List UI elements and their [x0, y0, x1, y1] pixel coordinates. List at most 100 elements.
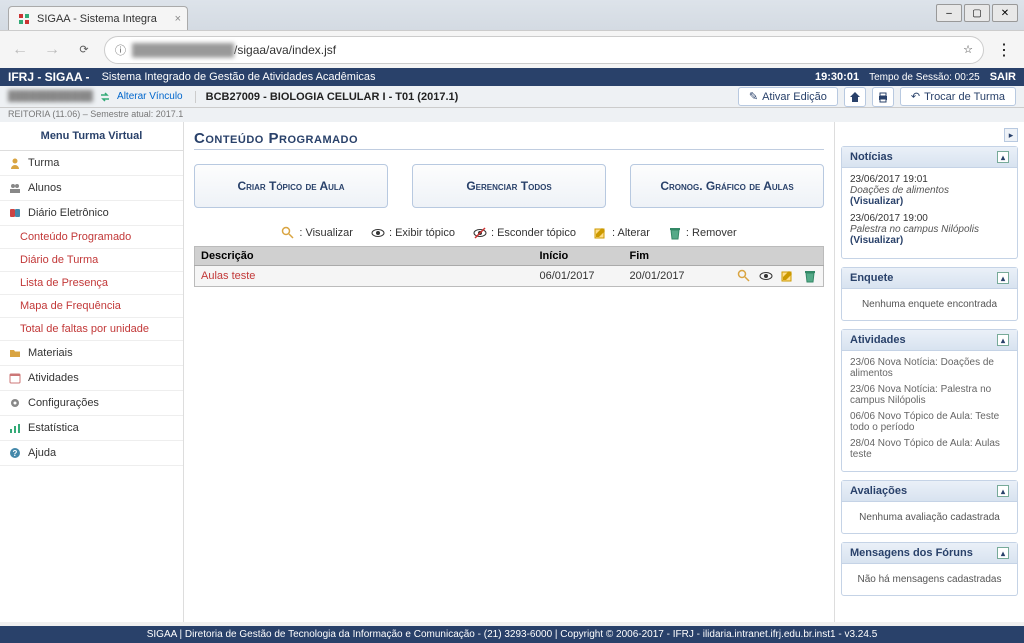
- reitoria-info: REITORIA (11.06) – Semestre atual: 2017.…: [0, 108, 1024, 122]
- news-date: 23/06/2017 19:01: [850, 174, 1009, 185]
- activity-item[interactable]: 28/04 Novo Tópico de Aula: Aulas teste: [850, 438, 1009, 460]
- avaliacoes-title: Avaliações: [850, 485, 907, 497]
- pencil-icon: ✎: [749, 90, 758, 103]
- nav-title: Menu Turma Virtual: [0, 122, 183, 151]
- eye-icon: [371, 226, 385, 240]
- atividades-header[interactable]: Atividades ▴: [842, 330, 1017, 351]
- maximize-button[interactable]: ▢: [964, 4, 990, 22]
- ativar-edicao-button[interactable]: ✎ Ativar Edição: [738, 87, 838, 106]
- collapse-icon[interactable]: ▴: [997, 272, 1009, 284]
- noticias-header[interactable]: Notícias ▴: [842, 147, 1017, 168]
- calendar-icon: [8, 371, 22, 385]
- address-bar[interactable]: ⓘ ████████████/sigaa/ava/index.jsf ☆: [104, 36, 984, 64]
- nav-label: Diário Eletrônico: [28, 207, 109, 219]
- col-descricao: Descrição: [195, 247, 534, 266]
- collapse-icon[interactable]: ▴: [997, 151, 1009, 163]
- tab-title: SIGAA - Sistema Integra: [37, 13, 157, 25]
- topics-table: Descrição Início Fim Aulas teste 06/01/2…: [194, 246, 824, 287]
- atividades-title: Atividades: [850, 334, 906, 346]
- nav-sub-conteudo[interactable]: Conteúdo Programado: [0, 226, 183, 249]
- info-icon: ⓘ: [115, 42, 126, 58]
- cell-desc: Aulas teste: [195, 266, 534, 287]
- news-item: 23/06/2017 19:01 Doações de alimentos (V…: [850, 174, 1009, 207]
- enquete-header[interactable]: Enquete ▴: [842, 268, 1017, 289]
- nav-item-turma[interactable]: Turma: [0, 151, 183, 176]
- browser-chrome: – ▢ ✕ SIGAA - Sistema Integra × ← → ⟳ ⓘ …: [0, 0, 1024, 68]
- row-edit-button[interactable]: [781, 269, 795, 283]
- forward-button[interactable]: →: [40, 38, 64, 62]
- legend-alterar: : Alterar: [594, 226, 650, 240]
- nav-item-diario[interactable]: Diário Eletrônico: [0, 201, 183, 226]
- forums-header[interactable]: Mensagens dos Fóruns ▴: [842, 543, 1017, 564]
- nav-item-ajuda[interactable]: ? Ajuda: [0, 441, 183, 466]
- avaliacoes-header[interactable]: Avaliações ▴: [842, 481, 1017, 502]
- legend-esconder: : Esconder tópico: [473, 226, 576, 240]
- criar-topico-button[interactable]: Criar Tópico de Aula: [194, 164, 388, 208]
- browser-tab[interactable]: SIGAA - Sistema Integra ×: [8, 6, 188, 30]
- gerenciar-todos-button[interactable]: Gerenciar Todos: [412, 164, 606, 208]
- nav-item-materiais[interactable]: Materiais: [0, 341, 183, 366]
- nav-item-alunos[interactable]: Alunos: [0, 176, 183, 201]
- tab-close-icon[interactable]: ×: [175, 13, 181, 25]
- nav-label: Atividades: [28, 372, 79, 384]
- gear-icon: [8, 396, 22, 410]
- news-view-link[interactable]: (Visualizar): [850, 196, 903, 207]
- nav-sub-mapa[interactable]: Mapa de Frequência: [0, 295, 183, 318]
- folder-icon: [8, 346, 22, 360]
- nav-item-atividades[interactable]: Atividades: [0, 366, 183, 391]
- enquete-title: Enquete: [850, 272, 893, 284]
- nav-item-config[interactable]: Configurações: [0, 391, 183, 416]
- nav-sub-lista[interactable]: Lista de Presença: [0, 272, 183, 295]
- tab-favicon-icon: [17, 12, 31, 26]
- news-view-link[interactable]: (Visualizar): [850, 235, 903, 246]
- window-controls: – ▢ ✕: [936, 4, 1018, 22]
- collapse-icon[interactable]: ▴: [997, 334, 1009, 346]
- url-text: ████████████/sigaa/ava/index.jsf: [132, 43, 957, 57]
- enquete-panel: Enquete ▴ Nenhuma enquete encontrada: [841, 267, 1018, 321]
- tab-bar: SIGAA - Sistema Integra ×: [0, 0, 1024, 30]
- news-headline: Doações de alimentos: [850, 185, 1009, 196]
- book-icon: [8, 206, 22, 220]
- back-button[interactable]: ←: [8, 38, 32, 62]
- svg-text:?: ?: [13, 449, 18, 458]
- chart-icon: [8, 421, 22, 435]
- swap-icon: [99, 91, 111, 103]
- activity-item[interactable]: 23/06 Nova Notícia: Doações de alimentos: [850, 357, 1009, 379]
- home-icon: [849, 91, 861, 103]
- collapse-icon[interactable]: ▴: [997, 485, 1009, 497]
- user-name-blurred: ████████████: [8, 91, 93, 102]
- collapse-icon[interactable]: ▴: [997, 547, 1009, 559]
- nav-label: Ajuda: [28, 447, 56, 459]
- avaliacoes-empty: Nenhuma avaliação cadastrada: [842, 502, 1017, 533]
- trocar-turma-button[interactable]: ↶ Trocar de Turma: [900, 87, 1016, 106]
- row-show-button[interactable]: [759, 269, 773, 283]
- left-nav: Menu Turma Virtual Turma Alunos Diário E…: [0, 122, 184, 622]
- reload-button[interactable]: ⟳: [72, 38, 96, 62]
- col-inicio: Início: [534, 247, 624, 266]
- zoom-icon: [281, 226, 295, 240]
- nav-sub-diario-turma[interactable]: Diário de Turma: [0, 249, 183, 272]
- nav-sub-total-faltas[interactable]: Total de faltas por unidade: [0, 318, 183, 341]
- row-view-button[interactable]: [737, 269, 751, 283]
- undo-icon: ↶: [911, 90, 920, 103]
- col-actions: [714, 247, 824, 266]
- print-button[interactable]: [872, 87, 894, 107]
- alterar-vinculo-link[interactable]: Alterar Vínculo: [117, 91, 183, 102]
- enquete-empty: Nenhuma enquete encontrada: [842, 289, 1017, 320]
- news-date: 23/06/2017 19:00: [850, 213, 1009, 224]
- row-delete-button[interactable]: [803, 269, 817, 283]
- minimize-button[interactable]: –: [936, 4, 962, 22]
- app-logo: IFRJ - SIGAA -: [8, 70, 90, 84]
- printer-icon: [877, 91, 889, 103]
- logout-link[interactable]: SAIR: [990, 71, 1016, 83]
- right-panel: ▸ Notícias ▴ 23/06/2017 19:01 Doações de…: [834, 122, 1024, 622]
- home-button[interactable]: [844, 87, 866, 107]
- bookmark-star-icon[interactable]: ☆: [963, 43, 973, 56]
- panel-next-button[interactable]: ▸: [1004, 128, 1018, 142]
- cronog-button[interactable]: Cronog. Gráfico de Aulas: [630, 164, 824, 208]
- browser-menu-button[interactable]: ⋮: [992, 40, 1016, 60]
- nav-item-estatistica[interactable]: Estatística: [0, 416, 183, 441]
- close-window-button[interactable]: ✕: [992, 4, 1018, 22]
- activity-item[interactable]: 06/06 Novo Tópico de Aula: Teste todo o …: [850, 411, 1009, 433]
- activity-item[interactable]: 23/06 Nova Notícia: Palestra no campus N…: [850, 384, 1009, 406]
